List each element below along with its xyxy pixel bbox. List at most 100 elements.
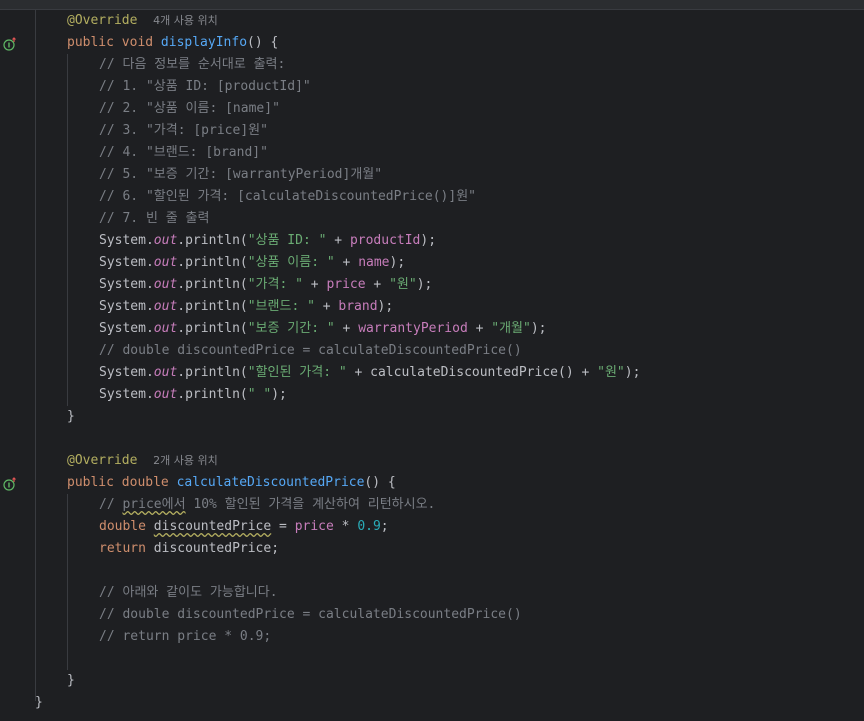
code-line[interactable]: @Override 4개 사용 위치 (67, 10, 218, 32)
code-token: calculateDiscountedPrice (176, 475, 365, 490)
code-token: * (333, 519, 358, 534)
code-token: () { (247, 35, 279, 50)
code-line[interactable]: // 7. 빈 줄 출력 (99, 208, 209, 230)
code-token: price에서 (122, 497, 186, 512)
code-token: // 6. "할인된 가격: [calculateDiscountedPrice… (99, 189, 476, 204)
code-token: + (365, 277, 390, 292)
code-token: // 다음 정보를 순서대로 출력: (99, 57, 286, 72)
code-line[interactable]: } (67, 670, 75, 692)
code-token: // 4. "브랜드: [brand]" (99, 145, 268, 160)
code-line[interactable]: System.out.println("상품 이름: " + name); (99, 252, 405, 274)
code-token: + (314, 299, 339, 314)
code-line[interactable]: // 2. "상품 이름: [name]" (99, 98, 280, 120)
code-token: 0.9 (357, 519, 381, 534)
code-token: ); (624, 365, 641, 380)
code-token: discountedPrice (153, 519, 272, 534)
code-token: // double discountedPrice = calculateDis… (99, 343, 522, 358)
code-token: "가격: " (247, 277, 303, 292)
code-line[interactable]: // 3. "가격: [price]원" (99, 120, 268, 142)
code-token: // double discountedPrice = calculateDis… (99, 607, 522, 622)
code-line[interactable]: System.out.println("브랜드: " + brand); (99, 296, 393, 318)
code-token: System. (99, 387, 154, 402)
editor-tab-strip (0, 0, 864, 10)
code-token: public double (67, 475, 177, 490)
code-token: @Override (67, 13, 138, 28)
code-token: "원" (389, 277, 417, 292)
code-token: "상품 ID: " (247, 233, 327, 248)
code-token: System. (99, 321, 154, 336)
code-token: out (153, 255, 178, 270)
code-token: + (334, 321, 359, 336)
code-line[interactable]: // 1. "상품 ID: [productId]" (99, 76, 311, 98)
code-line[interactable]: // return price * 0.9; (99, 626, 271, 648)
code-token: .println( (177, 277, 248, 292)
code-token: productId (349, 233, 421, 248)
code-line[interactable]: double discountedPrice = price * 0.9; (99, 516, 389, 538)
code-token: // return price * 0.9; (99, 629, 272, 644)
code-token: @Override (67, 453, 138, 468)
code-line[interactable]: // 6. "할인된 가격: [calculateDiscountedPrice… (99, 186, 476, 208)
code-token: () { (364, 475, 396, 490)
code-line[interactable]: return discountedPrice; (99, 538, 279, 560)
code-token: .println( (177, 321, 248, 336)
code-line[interactable]: // 5. "보증 기간: [warrantyPeriod]개월" (99, 164, 382, 186)
code-line[interactable]: System.out.println("할인된 가격: " + calculat… (99, 362, 640, 384)
code-token: + (334, 255, 359, 270)
code-line[interactable]: // 다음 정보를 순서대로 출력: (99, 54, 285, 76)
usage-hint: 4개 사용 위치 (153, 14, 218, 27)
code-token: "브랜드: " (247, 299, 315, 314)
code-token: price (326, 277, 366, 292)
code-token: price (294, 519, 334, 534)
code-token: warrantyPeriod (358, 321, 468, 336)
code-token: .println( (177, 233, 248, 248)
code-token: // 7. 빈 줄 출력 (99, 211, 210, 226)
code-line[interactable]: // 아래와 같이도 가능합니다. (99, 582, 278, 604)
code-token: System. (99, 255, 154, 270)
indent-guide (67, 54, 68, 406)
indent-guide (35, 10, 36, 701)
code-token: // 3. "가격: [price]원" (99, 123, 268, 138)
code-token: // 1. "상품 ID: [productId]" (99, 79, 311, 94)
code-token: ); (377, 299, 394, 314)
code-editor[interactable]: @Override 4개 사용 위치 public void displayInf… (0, 10, 864, 721)
code-line[interactable]: System.out.println("보증 기간: " + warrantyP… (99, 318, 547, 340)
code-line[interactable]: // 4. "브랜드: [brand]" (99, 142, 268, 164)
code-line[interactable]: System.out.println("상품 ID: " + productId… (99, 230, 436, 252)
code-line[interactable]: public void displayInfo() { (67, 32, 278, 54)
code-token: // 아래와 같이도 가능합니다. (99, 585, 278, 600)
code-line[interactable]: } (35, 692, 43, 714)
indent-guide (67, 494, 68, 670)
code-token: ); (530, 321, 547, 336)
code-token: ; (380, 519, 389, 534)
code-token: // 2. "상품 이름: [name]" (99, 101, 280, 116)
code-line[interactable]: System.out.println("가격: " + price + "원")… (99, 274, 432, 296)
code-line[interactable]: // price에서 10% 할인된 가격을 계산하여 리턴하시오. (99, 494, 435, 516)
code-token: } (67, 409, 75, 424)
code-token: System. (99, 277, 154, 292)
code-line[interactable]: public double calculateDiscountedPrice()… (67, 472, 396, 494)
code-line[interactable]: // double discountedPrice = calculateDis… (99, 604, 522, 626)
code-token: + (467, 321, 492, 336)
code-token: "개월" (491, 321, 531, 336)
code-token: ); (420, 233, 437, 248)
code-token: out (153, 321, 178, 336)
code-token: "원" (597, 365, 625, 380)
code-token: = (271, 519, 295, 534)
code-token: + (302, 277, 327, 292)
code-token: double (99, 519, 154, 534)
code-line[interactable]: } (67, 406, 75, 428)
code-line[interactable]: // double discountedPrice = calculateDis… (99, 340, 522, 362)
code-token: ); (416, 277, 433, 292)
code-token: .println( (177, 255, 248, 270)
code-token: displayInfo (160, 35, 248, 50)
code-line[interactable]: System.out.println(" "); (99, 384, 287, 406)
code-token: "할인된 가격: " (247, 365, 347, 380)
code-token: brand (338, 299, 378, 314)
code-token: // 5. "보증 기간: [warrantyPeriod]개월" (99, 167, 383, 182)
code-token: System. (99, 233, 154, 248)
code-line[interactable]: @Override 2개 사용 위치 (67, 450, 218, 472)
code-token: + calculateDiscountedPrice() + (346, 365, 598, 380)
code-token: ); (271, 387, 287, 402)
code-token: } (35, 695, 43, 710)
